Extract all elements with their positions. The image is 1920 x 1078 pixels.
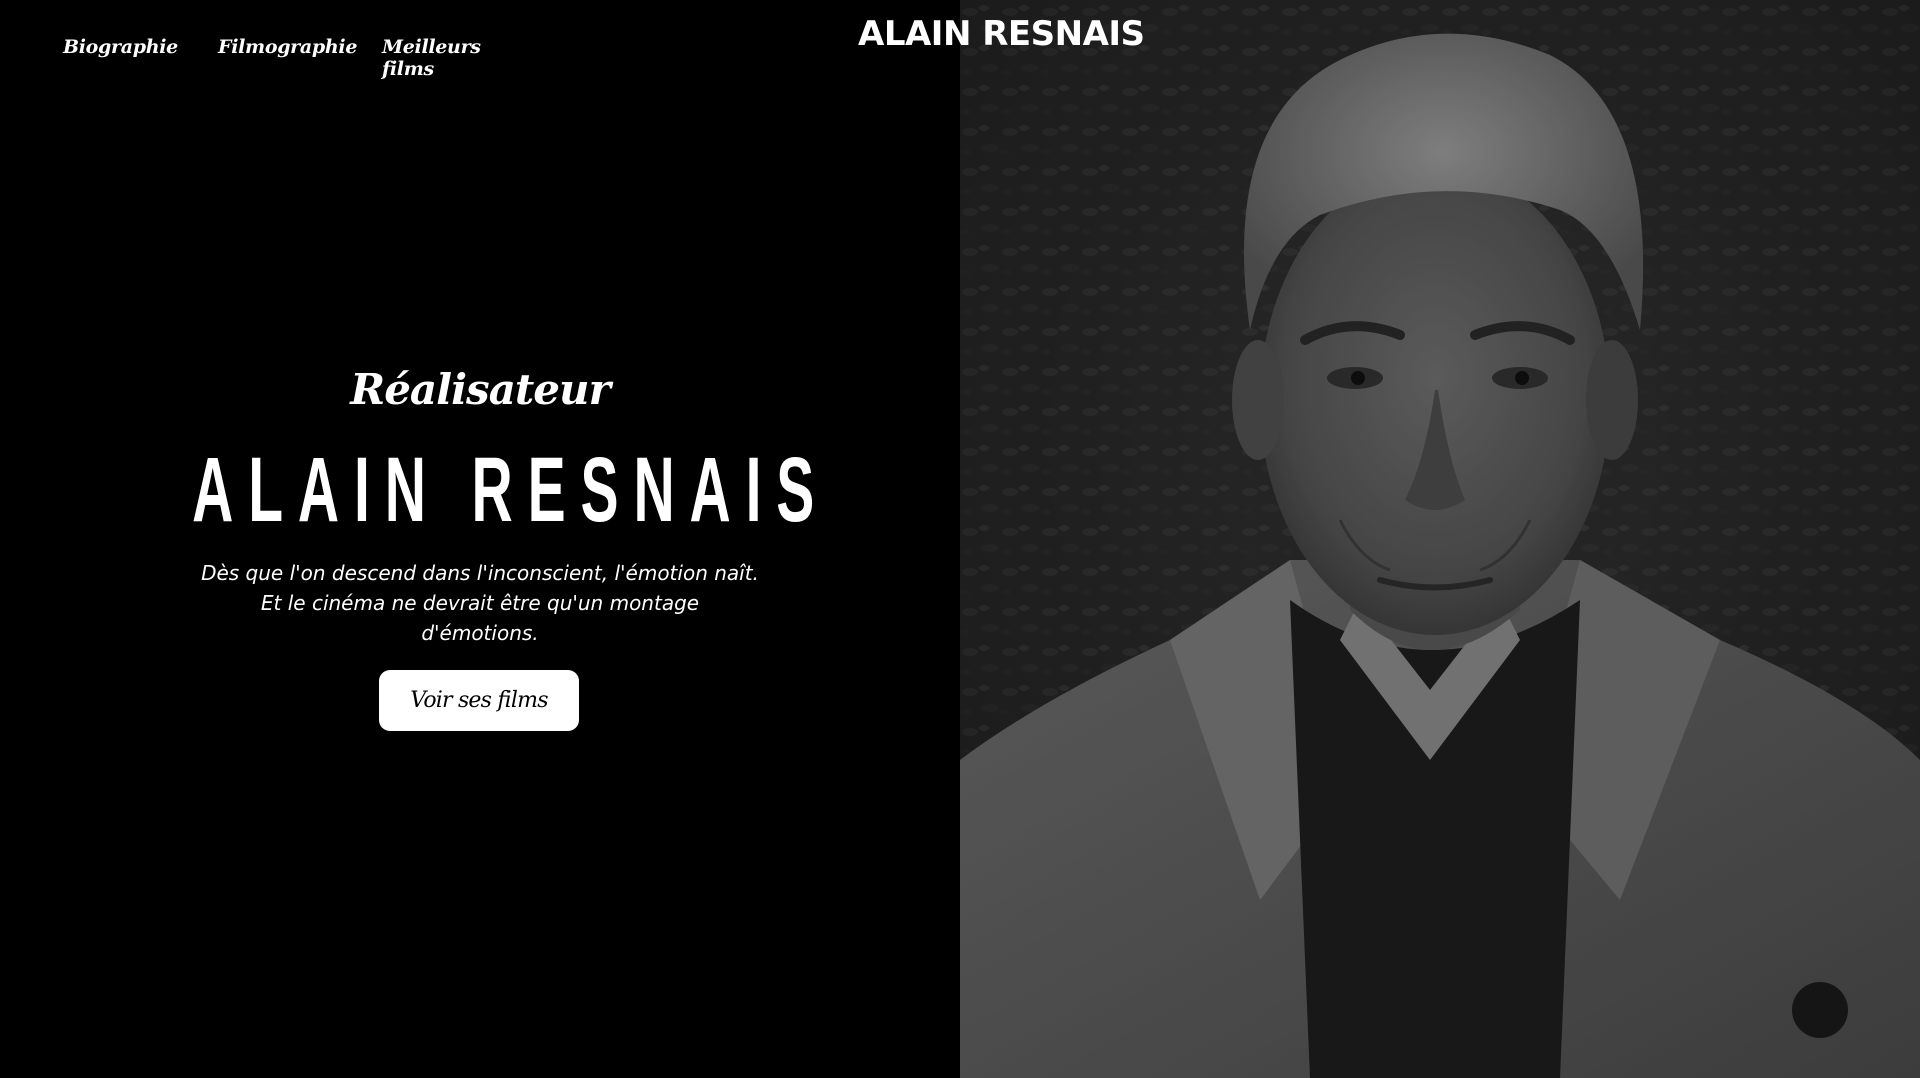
quote-line: d'émotions.	[421, 621, 539, 645]
main-nav: Biographie Filmographie Meilleurs films	[63, 36, 522, 80]
nav-link-biographie[interactable]: Biographie	[63, 36, 218, 80]
hero-subtitle: Réalisateur	[350, 365, 610, 414]
see-films-button[interactable]: Voir ses films	[379, 670, 579, 731]
nav-link-filmographie[interactable]: Filmographie	[218, 36, 382, 80]
portrait-panel	[960, 0, 1920, 1078]
quote-line: Dès que l'on descend dans l'inconscient,…	[201, 561, 759, 585]
quote-line: Et le cinéma ne devrait être qu'un monta…	[260, 591, 700, 615]
portrait-photo	[960, 0, 1920, 1078]
left-panel: Biographie Filmographie Meilleurs films …	[0, 0, 960, 1078]
hero-section: Réalisateur ALAIN RESNAIS Dès que l'on d…	[0, 360, 960, 731]
hero-quote: Dès que l'on descend dans l'inconscient,…	[180, 558, 780, 648]
hero-title: ALAIN RESNAIS	[192, 439, 830, 541]
site-logo[interactable]: ALAIN RESNAIS	[858, 14, 1145, 54]
nav-link-meilleurs-films[interactable]: Meilleurs films	[382, 36, 522, 80]
